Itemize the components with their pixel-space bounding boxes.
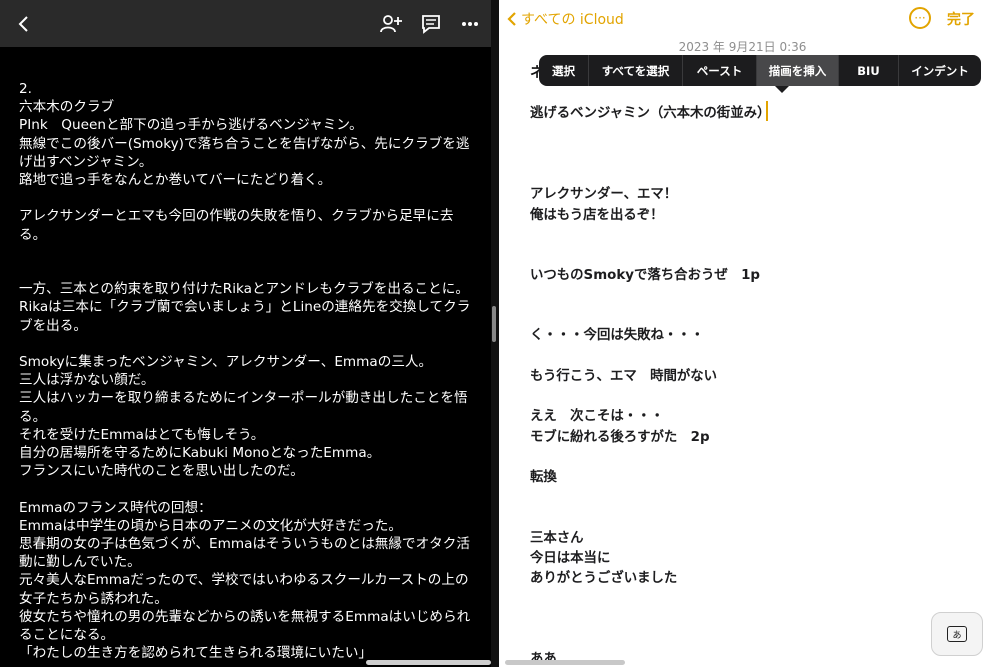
left-toolbar [0,0,491,47]
menu-bold-italic-underline[interactable]: BIU [839,55,899,86]
note-line[interactable]: く・・・今回は失敗ね・・・ [530,323,704,343]
note-line[interactable]: モブに紛れる後ろすがた 2p [530,425,710,445]
home-indicator [505,660,625,665]
menu-select-all[interactable]: すべてを選択 [589,55,683,86]
menu-indent[interactable]: インデント [899,55,981,86]
note-line[interactable]: ありがとうございました [530,566,677,586]
keyboard-button[interactable]: あ [931,612,983,656]
note-date: 2023 年 9月21日 0:36 [678,40,807,54]
note-line[interactable]: 転換 [530,465,557,485]
notes-pane: すべての iCloud ··· 完了 2023 年 9月21日 0:36 ネ 選… [499,0,986,667]
note-line[interactable]: 今日は本当に [530,546,610,566]
note-line[interactable]: いつものSmokyで落ち合おうぜ 1p [530,263,760,283]
back-label: すべての iCloud [521,12,624,28]
more-icon [462,22,478,26]
keyboard-icon: あ [947,626,967,642]
text-cursor [766,101,768,121]
back-button[interactable] [10,11,36,37]
menu-insert-drawing[interactable]: 描画を挿入 [757,55,839,86]
note-line[interactable]: ええ 次こそは・・・ [530,404,664,424]
add-person-icon [380,15,402,33]
note-line[interactable]: 逃げるベンジャミン（六本木の街並み） [530,101,770,121]
done-button[interactable]: 完了 [947,9,975,29]
add-person-button[interactable] [378,11,404,37]
left-scrollbar[interactable] [492,306,496,342]
menu-select[interactable]: 選択 [539,55,589,86]
chevron-left-icon [18,16,28,32]
home-indicator [366,660,491,665]
comment-button[interactable] [418,11,444,37]
back-to-icloud-button[interactable]: すべての iCloud [507,8,624,30]
more-button[interactable] [457,11,483,37]
note-line[interactable]: 俺はもう店を出るぞ！ [530,203,664,223]
comment-icon [422,15,440,34]
note-line[interactable]: もう行こう、エマ 時間がない [530,364,717,384]
ellipsis-icon: ··· [914,11,926,25]
chevron-left-icon [507,12,516,26]
keyboard-label: あ [952,630,962,641]
edit-context-menu: 選択 すべてを選択 ペースト 描画を挿入 BIU インデント [539,55,981,86]
menu-pointer [775,86,789,93]
note-line[interactable]: アレクサンダー、エマ！ [530,182,677,202]
more-options-button[interactable]: ··· [909,7,931,29]
left-document-pane: 2. 六本木のクラブ PInk Queenと部下の追っ手から逃げるベンジャミン。… [0,0,491,667]
note-line[interactable]: 三本さん [530,526,584,546]
document-body-text[interactable]: 2. 六本木のクラブ PInk Queenと部下の追っ手から逃げるベンジャミン。… [19,80,474,663]
menu-paste[interactable]: ペースト [683,55,757,86]
